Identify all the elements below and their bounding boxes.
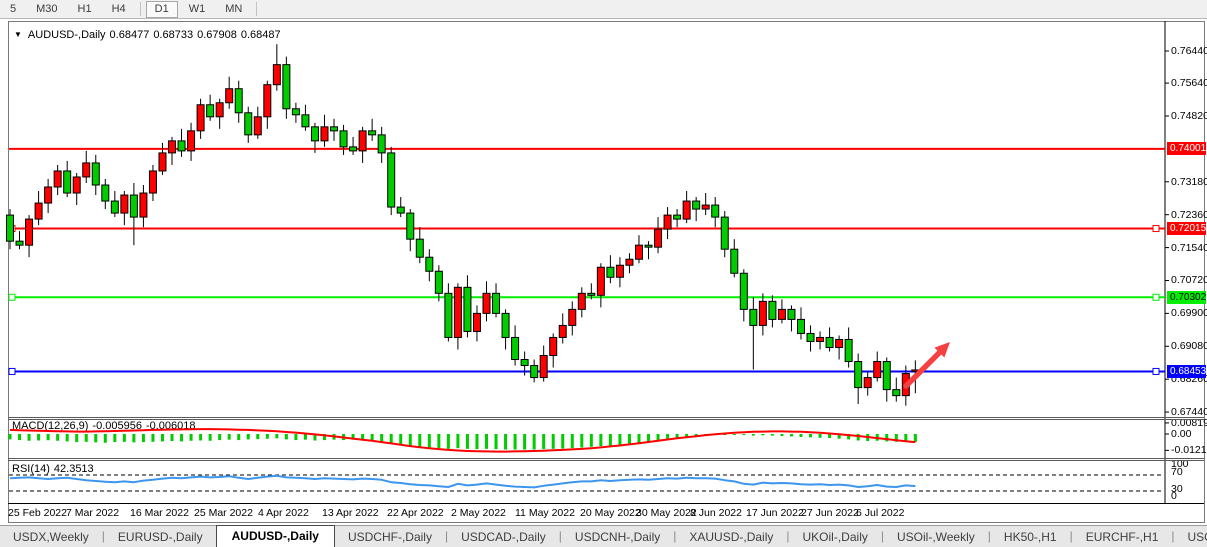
tab-audusd-daily[interactable]: AUDUSD-,Daily [216, 525, 335, 547]
ohlc-high: 0.68733 [153, 29, 193, 41]
tab-usdchf-daily[interactable]: USDCHF-,Daily [335, 527, 445, 547]
macd-tick-0-00: 0.00 [1171, 428, 1191, 440]
timeframe-toolbar: 5M30H1H4 D1W1MN [0, 0, 1207, 19]
price-line-tag-0.68453: 0.68453 [1167, 365, 1206, 378]
toolbar-separator [256, 2, 257, 16]
tab-eurusd-daily[interactable]: EURUSD-,Daily [105, 527, 216, 547]
timeframe-button-5[interactable]: 5 [1, 1, 25, 18]
macd-main-value: -0.005956 [92, 420, 142, 432]
timeframe-button-h1[interactable]: H1 [69, 1, 101, 18]
price-tick-0.70720: 0.70720 [1171, 274, 1207, 286]
date-tick-2-may-2022: 2 May 2022 [451, 507, 506, 519]
ohlc-open: 0.68477 [110, 29, 150, 41]
price-line-tag-0.70302: 0.70302 [1167, 291, 1206, 304]
date-tick-6-jul-2022: 6 Jul 2022 [856, 507, 904, 519]
chart-title: ▼ AUDUSD-,Daily 0.684770.68733 0.67908 0.684… [14, 29, 285, 41]
price-tick-0.75640: 0.75640 [1171, 77, 1207, 89]
price-line-tag-0.72015: 0.72015 [1167, 222, 1206, 235]
date-tick-25-feb-2022: 25 Feb 2022 [8, 507, 67, 519]
macd-signal-value: -0.006018 [146, 420, 196, 432]
ohlc-low: 0.67908 [197, 29, 237, 41]
price-tick-0.74820: 0.74820 [1171, 110, 1207, 122]
date-tick-7-mar-2022: 7 Mar 2022 [66, 507, 119, 519]
date-tick-20-may-2022: 20 May 2022 [580, 507, 641, 519]
rsi-label: RSI(14) 42.3513 [12, 463, 98, 475]
timeframe-button-h4[interactable]: H4 [103, 1, 135, 18]
tab-xauusd-daily[interactable]: XAUUSD-,Daily [676, 527, 786, 547]
macd-name: MACD(12,26,9) [12, 420, 88, 432]
price-tick-0.69900: 0.69900 [1171, 307, 1207, 319]
price-tick-0.69080: 0.69080 [1171, 340, 1207, 352]
tab-usdcad-daily[interactable]: USDCAD-,Daily [448, 527, 559, 547]
ohlc-close: 0.68487 [241, 29, 281, 41]
tab-eurchf-h1[interactable]: EURCHF-,H1 [1073, 527, 1172, 547]
timeframe-button-m30[interactable]: M30 [27, 1, 66, 18]
price-tick-0.72360: 0.72360 [1171, 209, 1207, 221]
timeframe-button-w1[interactable]: W1 [180, 1, 215, 18]
rsi-value: 42.3513 [54, 463, 94, 475]
price-tick-0.76440: 0.76440 [1171, 45, 1207, 57]
instrument-tab-bar: USDX,Weekly|EURUSD-,DailyAUDUSD-,DailyUS… [0, 525, 1207, 547]
date-tick-16-mar-2022: 16 Mar 2022 [130, 507, 189, 519]
macd-label: MACD(12,26,9) -0.005956 -0.006018 [12, 420, 200, 432]
date-tick-25-mar-2022: 25 Mar 2022 [194, 507, 253, 519]
timeframe-button-mn[interactable]: MN [216, 1, 251, 18]
date-tick-27-jun-2022: 27 Jun 2022 [801, 507, 859, 519]
price-tick-0.71540: 0.71540 [1171, 242, 1207, 254]
date-tick-17-jun-2022: 17 Jun 2022 [746, 507, 804, 519]
rsi-tick-0: 0 [1171, 490, 1177, 502]
rsi-tick-70: 70 [1171, 466, 1183, 478]
tab-hk50-h1[interactable]: HK50-,H1 [991, 527, 1070, 547]
timeframe-button-d1[interactable]: D1 [146, 1, 178, 18]
date-tick-4-apr-2022: 4 Apr 2022 [258, 507, 309, 519]
date-tick-8-jun-2022: 8 Jun 2022 [690, 507, 742, 519]
price-tick-0.73180: 0.73180 [1171, 176, 1207, 188]
rsi-name: RSI(14) [12, 463, 50, 475]
tab-usdx-weekly[interactable]: USDX,Weekly [0, 527, 102, 547]
date-tick-13-apr-2022: 13 Apr 2022 [322, 507, 379, 519]
tab-usdcnh-daily[interactable]: USDCNH-,Daily [562, 527, 673, 547]
date-tick-30-may-2022: 30 May 2022 [636, 507, 697, 519]
trading-terminal: 5M30H1H4D1W1MN ▼AUDUSD-,Daily0.684770.68… [0, 0, 1207, 547]
tab-usoil-weekly[interactable]: USOil-,Weekly [884, 527, 988, 547]
chart-window [8, 21, 1205, 523]
tab-usoil-h[interactable]: USOil-,H [1175, 527, 1207, 547]
macd-tick-0-01212: -0.01212 [1171, 444, 1207, 456]
collapse-indicator-icon[interactable]: ▼ [14, 30, 22, 39]
date-tick-22-apr-2022: 22 Apr 2022 [387, 507, 444, 519]
date-tick-11-may-2022: 11 May 2022 [515, 507, 575, 519]
symbol-name: AUDUSD-,Daily [28, 29, 106, 41]
toolbar-separator [140, 2, 141, 16]
price-line-tag-0.74001: 0.74001 [1167, 142, 1206, 155]
tab-ukoil-daily[interactable]: UKOil-,Daily [790, 527, 881, 547]
